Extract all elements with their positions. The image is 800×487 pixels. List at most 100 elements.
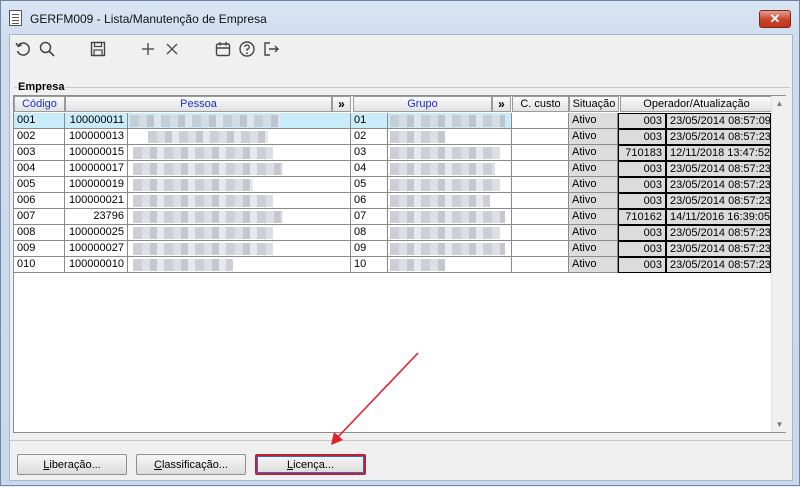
header-operador[interactable]: Operador/Atualização bbox=[620, 96, 771, 112]
cell-situacao: Ativo bbox=[569, 257, 618, 273]
table-row[interactable]: 001 100000011 01 Ativo 003 23/05/2014 08:57:0… bbox=[14, 113, 771, 129]
classificacao-button[interactable]: Classificação... bbox=[136, 454, 246, 475]
add-button[interactable] bbox=[138, 39, 158, 59]
cell-operador: 003 bbox=[618, 113, 666, 129]
footer-divider bbox=[10, 440, 792, 441]
table-row[interactable]: 007 23796 07 Ativo 710162 14/11/2016 16:39:05 bbox=[14, 209, 771, 225]
cell-codigo: 001 bbox=[14, 113, 65, 129]
cell-pessoa-nome bbox=[128, 209, 351, 225]
cell-pessoa-nome bbox=[128, 257, 351, 273]
cell-grupo: 08 bbox=[351, 225, 388, 241]
header-ccusto[interactable]: C. custo bbox=[512, 96, 569, 112]
expand-grupo-button[interactable]: » bbox=[492, 96, 511, 112]
cell-ccusto bbox=[512, 257, 569, 273]
cell-situacao: Ativo bbox=[569, 193, 618, 209]
cell-grupo-nome bbox=[388, 257, 512, 273]
cell-grupo: 02 bbox=[351, 129, 388, 145]
cell-pessoa: 23796 bbox=[65, 209, 128, 225]
refresh-button[interactable] bbox=[13, 39, 33, 59]
cell-operador: 003 bbox=[618, 177, 666, 193]
cell-pessoa: 100000025 bbox=[65, 225, 128, 241]
classificacao-label: lassificação... bbox=[161, 458, 228, 471]
cell-situacao: Ativo bbox=[569, 241, 618, 257]
cell-grupo-nome bbox=[388, 225, 512, 241]
close-button[interactable]: ✕ bbox=[759, 10, 791, 28]
licenca-label: icença... bbox=[293, 458, 335, 471]
table-row[interactable]: 008 100000025 08 Ativo 003 23/05/2014 08:57:2… bbox=[14, 225, 771, 241]
redacted-block bbox=[133, 147, 273, 159]
header-grupo[interactable]: Grupo bbox=[353, 96, 492, 112]
table-row[interactable]: 003 100000015 03 Ativo 710183 12/11/2018 13:4… bbox=[14, 145, 771, 161]
cell-codigo: 005 bbox=[14, 177, 65, 193]
refresh-icon bbox=[15, 42, 30, 56]
cell-ccusto bbox=[512, 241, 569, 257]
table-row[interactable]: 010 100000010 10 Ativo 003 23/05/2014 08:57:2… bbox=[14, 257, 771, 273]
cell-situacao: Ativo bbox=[569, 209, 618, 225]
cell-pessoa: 100000011 bbox=[65, 113, 128, 129]
cell-data: 23/05/2014 08:57:23 bbox=[666, 241, 771, 257]
table-row[interactable]: 009 100000027 09 Ativo 003 23/05/2014 08:57:2… bbox=[14, 241, 771, 257]
cell-data: 14/11/2016 16:39:05 bbox=[666, 209, 771, 225]
header-situacao[interactable]: Situação bbox=[569, 96, 619, 112]
cell-pessoa: 100000027 bbox=[65, 241, 128, 257]
table-row[interactable]: 002 100000013 02 Ativo 003 23/05/2014 08:57:2… bbox=[14, 129, 771, 145]
empresa-grid[interactable]: Código Pessoa » Grupo » C. custo Situaçã… bbox=[13, 95, 786, 433]
expand-pessoa-button[interactable]: » bbox=[332, 96, 351, 112]
cell-ccusto bbox=[512, 193, 569, 209]
calendar-button[interactable] bbox=[213, 39, 233, 59]
cell-ccusto bbox=[512, 209, 569, 225]
redacted-block bbox=[130, 115, 280, 127]
cell-operador: 003 bbox=[618, 129, 666, 145]
grid-body: Código Pessoa » Grupo » C. custo Situaçã… bbox=[14, 96, 771, 432]
licenca-button[interactable]: Licença... bbox=[255, 454, 366, 475]
client-area: Empresa Código Pessoa » Grupo » C. custo… bbox=[9, 34, 793, 481]
toolbar bbox=[10, 35, 792, 63]
cell-data: 12/11/2018 13:47:52 bbox=[666, 145, 771, 161]
cell-operador: 003 bbox=[618, 257, 666, 273]
vertical-scrollbar[interactable]: ▲ ▼ bbox=[771, 96, 786, 432]
redacted-block bbox=[390, 179, 500, 191]
save-button[interactable] bbox=[88, 39, 108, 59]
cell-pessoa-nome bbox=[128, 161, 351, 177]
header-pessoa[interactable]: Pessoa bbox=[65, 96, 332, 112]
classificacao-mnemonic: C bbox=[154, 458, 162, 471]
calendar-icon bbox=[215, 42, 231, 57]
help-icon bbox=[239, 41, 255, 57]
redacted-block bbox=[133, 227, 273, 239]
liberacao-button[interactable]: Liberação... bbox=[17, 454, 127, 475]
table-row[interactable]: 005 100000019 05 Ativo 003 23/05/2014 08:57:2… bbox=[14, 177, 771, 193]
cell-grupo: 09 bbox=[351, 241, 388, 257]
cell-pessoa-nome bbox=[128, 193, 351, 209]
help-button[interactable] bbox=[237, 39, 257, 59]
cell-situacao: Ativo bbox=[569, 225, 618, 241]
cell-data: 23/05/2014 08:57:23 bbox=[666, 161, 771, 177]
table-row[interactable]: 006 100000021 06 Ativo 003 23/05/2014 08:57:2… bbox=[14, 193, 771, 209]
cell-grupo-nome bbox=[388, 113, 512, 129]
redacted-block bbox=[390, 131, 445, 143]
search-button[interactable] bbox=[37, 39, 57, 59]
cell-data: 23/05/2014 08:57:23 bbox=[666, 193, 771, 209]
header-codigo[interactable]: Código bbox=[14, 96, 65, 112]
redacted-block bbox=[390, 147, 500, 159]
scroll-down-icon[interactable]: ▼ bbox=[772, 417, 787, 432]
group-label: Empresa bbox=[17, 81, 66, 93]
scroll-up-icon[interactable]: ▲ bbox=[772, 96, 787, 111]
cell-pessoa-nome bbox=[128, 241, 351, 257]
cell-pessoa: 100000021 bbox=[65, 193, 128, 209]
cell-pessoa-nome bbox=[128, 129, 351, 145]
cell-grupo-nome bbox=[388, 241, 512, 257]
redacted-block bbox=[133, 211, 283, 223]
table-row[interactable]: 004 100000017 04 Ativo 003 23/05/2014 08:57:2… bbox=[14, 161, 771, 177]
cell-pessoa-nome bbox=[128, 113, 351, 129]
cell-codigo: 007 bbox=[14, 209, 65, 225]
cell-ccusto bbox=[512, 113, 569, 129]
delete-button[interactable] bbox=[162, 39, 182, 59]
exit-button[interactable] bbox=[261, 39, 281, 59]
cell-grupo: 06 bbox=[351, 193, 388, 209]
cell-operador: 003 bbox=[618, 225, 666, 241]
cell-pessoa: 100000015 bbox=[65, 145, 128, 161]
liberacao-label: iberação... bbox=[49, 458, 101, 471]
cell-situacao: Ativo bbox=[569, 177, 618, 193]
cell-grupo-nome bbox=[388, 209, 512, 225]
cell-operador: 710162 bbox=[618, 209, 666, 225]
